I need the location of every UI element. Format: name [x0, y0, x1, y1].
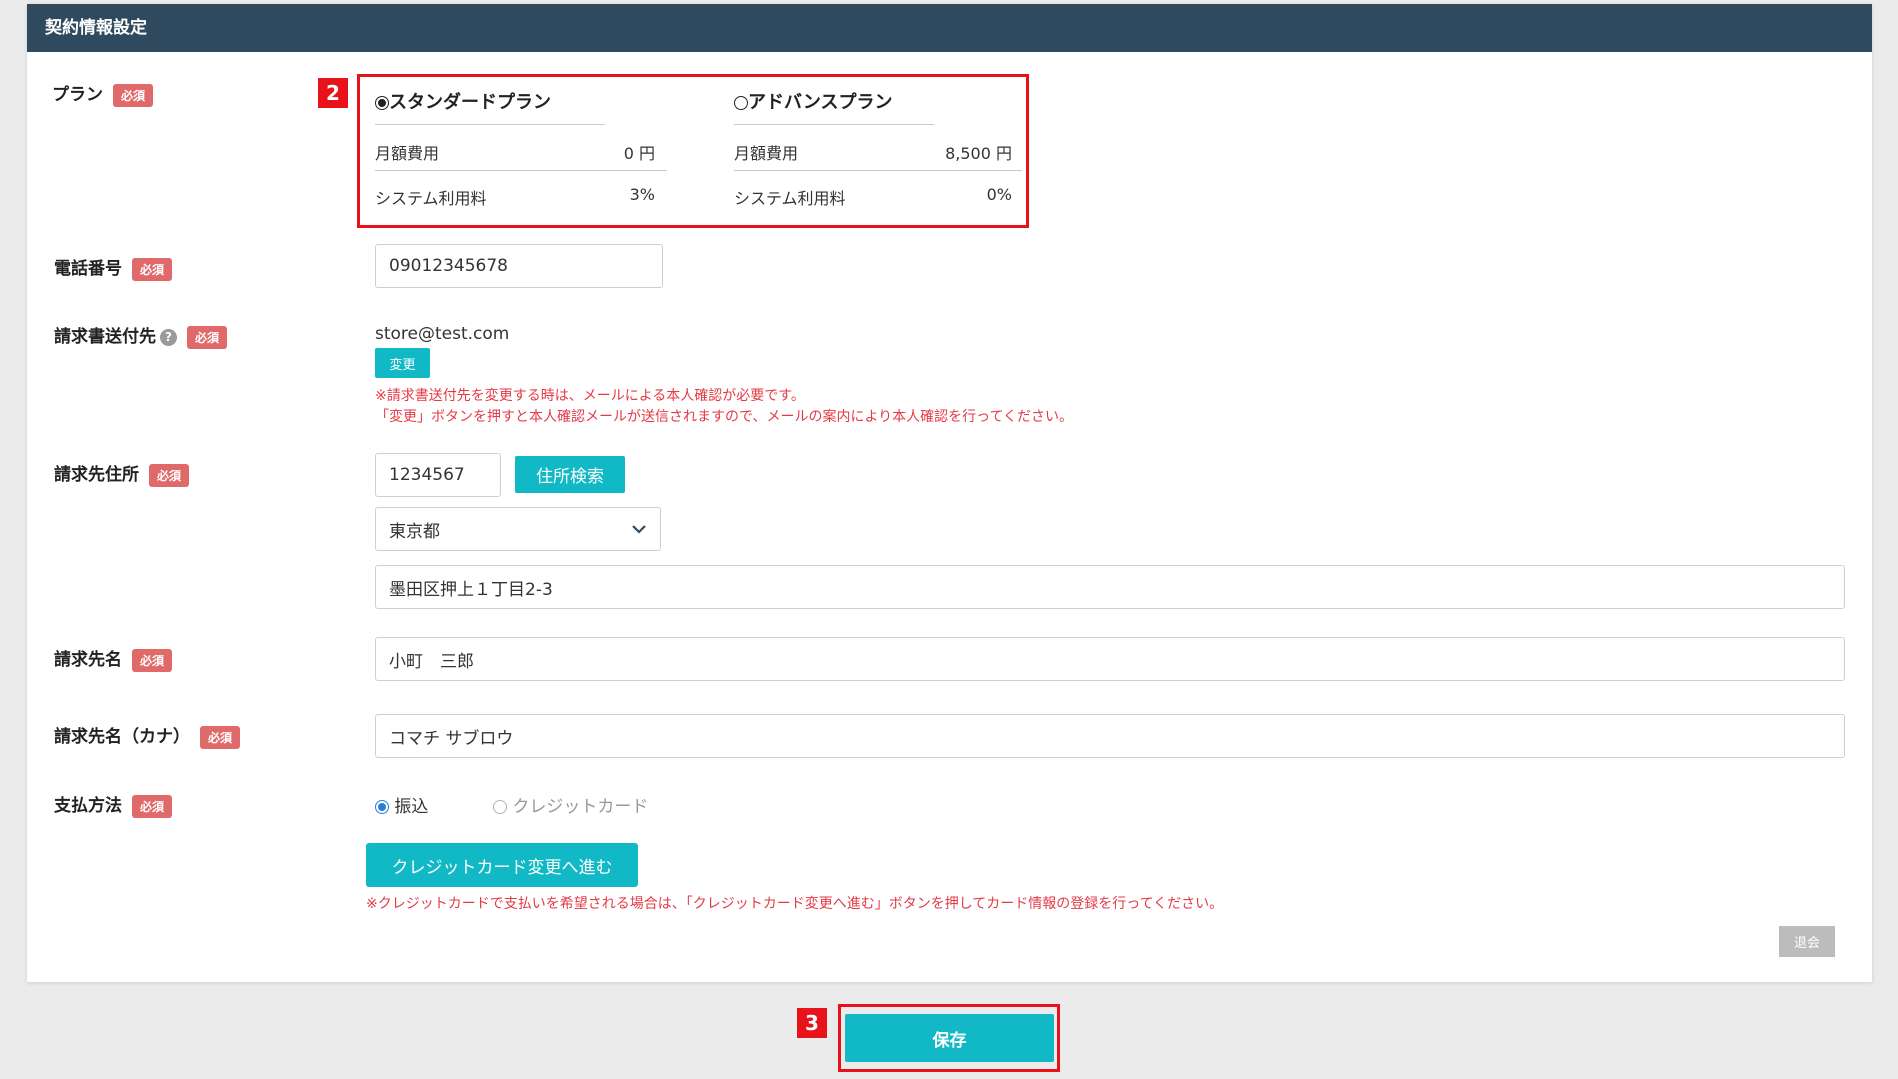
billing-kana-input[interactable]: コマチ サブロウ: [375, 714, 1845, 758]
required-badge: 必須: [132, 257, 173, 281]
plan-row-key: システム利用料: [375, 189, 487, 208]
required-badge: 必須: [200, 725, 241, 749]
plan-row-value: 8,500 円: [945, 144, 1012, 163]
payment-credit-label: クレジットカード: [512, 797, 649, 817]
plan-row-value: 0 円: [623, 144, 655, 163]
card-title: 契約情報設定: [45, 18, 147, 38]
plan-standard-monthly-row: 月額費用 0 円: [375, 140, 655, 164]
withdraw-button[interactable]: 退会: [1779, 926, 1835, 957]
billing-name-label: 請求先名 必須: [54, 645, 173, 672]
billing-kana-value: コマチ サブロウ: [389, 728, 514, 749]
address-label: 請求先住所 必須: [54, 460, 190, 487]
change-email-button[interactable]: 変更: [375, 348, 430, 378]
plan-standard-radio[interactable]: [375, 96, 389, 110]
plan-standard-fee-row: システム利用料 3%: [375, 185, 655, 209]
street-address-value: 墨田区押上１丁目2-3: [389, 579, 553, 600]
phone-input[interactable]: 09012345678: [375, 244, 663, 288]
invoice-email-note-2: 「変更」ボタンを押すと本人確認メールが送信されますので、メールの案内により本人確…: [375, 409, 1074, 425]
plan-advance-title[interactable]: アドバンスプラン: [734, 88, 1014, 114]
invoice-email-note-1: ※請求書送付先を変更する時は、メールによる本人確認が必要です。: [375, 388, 805, 404]
plan-row-value: 0%: [986, 185, 1012, 204]
plan-advance-name: アドバンスプラン: [748, 92, 893, 113]
required-badge: 必須: [113, 83, 154, 107]
billing-name-input[interactable]: 小町 三郎: [375, 637, 1845, 681]
phone-value: 09012345678: [389, 256, 508, 276]
phone-label-text: 電話番号: [54, 259, 122, 279]
payment-transfer-radio[interactable]: [375, 800, 389, 814]
save-button[interactable]: 保存: [845, 1014, 1054, 1062]
billing-name-label-text: 請求先名: [54, 650, 122, 670]
step-marker-3: 3: [797, 1008, 827, 1038]
payment-label: 支払方法 必須: [54, 791, 173, 818]
prefecture-value: 東京都: [389, 521, 440, 542]
billing-kana-label-text: 請求先名（カナ）: [54, 727, 190, 747]
plan-standard-name: スタンダードプラン: [389, 92, 551, 113]
payment-option-credit[interactable]: クレジットカード: [493, 792, 648, 817]
required-badge: 必須: [132, 794, 173, 818]
step-marker-2: 2: [318, 78, 348, 108]
billing-name-value: 小町 三郎: [389, 651, 474, 672]
zip-input[interactable]: 1234567: [375, 453, 501, 497]
invoice-email-label-text: 請求書送付先: [54, 327, 156, 347]
required-badge: 必須: [149, 463, 190, 487]
plan-advance-fee-row: システム利用料 0%: [734, 185, 1012, 209]
payment-option-transfer[interactable]: 振込: [375, 792, 428, 817]
billing-kana-label: 請求先名（カナ） 必須: [54, 722, 241, 749]
plan-advance-monthly-row: 月額費用 8,500 円: [734, 140, 1012, 164]
plan-label: プラン 必須: [52, 80, 154, 107]
prefecture-select[interactable]: 東京都: [375, 507, 661, 551]
contract-settings-card: 契約情報設定 プラン 必須 2 スタンダードプラン 月額費用 0 円 システム利用…: [27, 4, 1872, 982]
street-address-input[interactable]: 墨田区押上１丁目2-3: [375, 565, 1845, 609]
divider: [375, 170, 667, 171]
invoice-email-value: store@test.com: [375, 324, 510, 344]
divider: [734, 124, 934, 125]
card-header: 契約情報設定: [27, 4, 1872, 52]
payment-transfer-label: 振込: [394, 797, 429, 817]
chevron-down-icon: [632, 524, 646, 534]
plan-option-standard[interactable]: スタンダードプラン: [375, 88, 695, 114]
divider: [375, 124, 605, 125]
divider: [734, 170, 1022, 171]
payment-credit-radio[interactable]: [493, 800, 507, 814]
plan-label-text: プラン: [52, 85, 103, 105]
required-badge: 必須: [187, 325, 228, 349]
plan-advance-radio[interactable]: [734, 96, 748, 110]
plan-row-key: システム利用料: [734, 189, 846, 208]
zip-value: 1234567: [389, 465, 465, 485]
plan-row-key: 月額費用: [375, 144, 440, 163]
address-label-text: 請求先住所: [54, 465, 139, 485]
plan-row-value: 3%: [629, 185, 655, 204]
address-search-button[interactable]: 住所検索: [515, 456, 625, 493]
question-icon[interactable]: ?: [160, 328, 177, 346]
plan-standard-title[interactable]: スタンダードプラン: [375, 88, 695, 114]
plan-option-advance[interactable]: アドバンスプラン: [734, 88, 1014, 114]
payment-note: ※クレジットカードで支払いを希望される場合は、「クレジットカード変更へ進む」ボタ…: [366, 896, 1224, 912]
invoice-email-label: 請求書送付先? 必須: [54, 322, 228, 349]
plan-row-key: 月額費用: [734, 144, 799, 163]
credit-card-change-button[interactable]: クレジットカード変更へ進む: [366, 843, 638, 887]
payment-label-text: 支払方法: [54, 796, 122, 816]
required-badge: 必須: [132, 648, 173, 672]
phone-label: 電話番号 必須: [54, 254, 173, 281]
